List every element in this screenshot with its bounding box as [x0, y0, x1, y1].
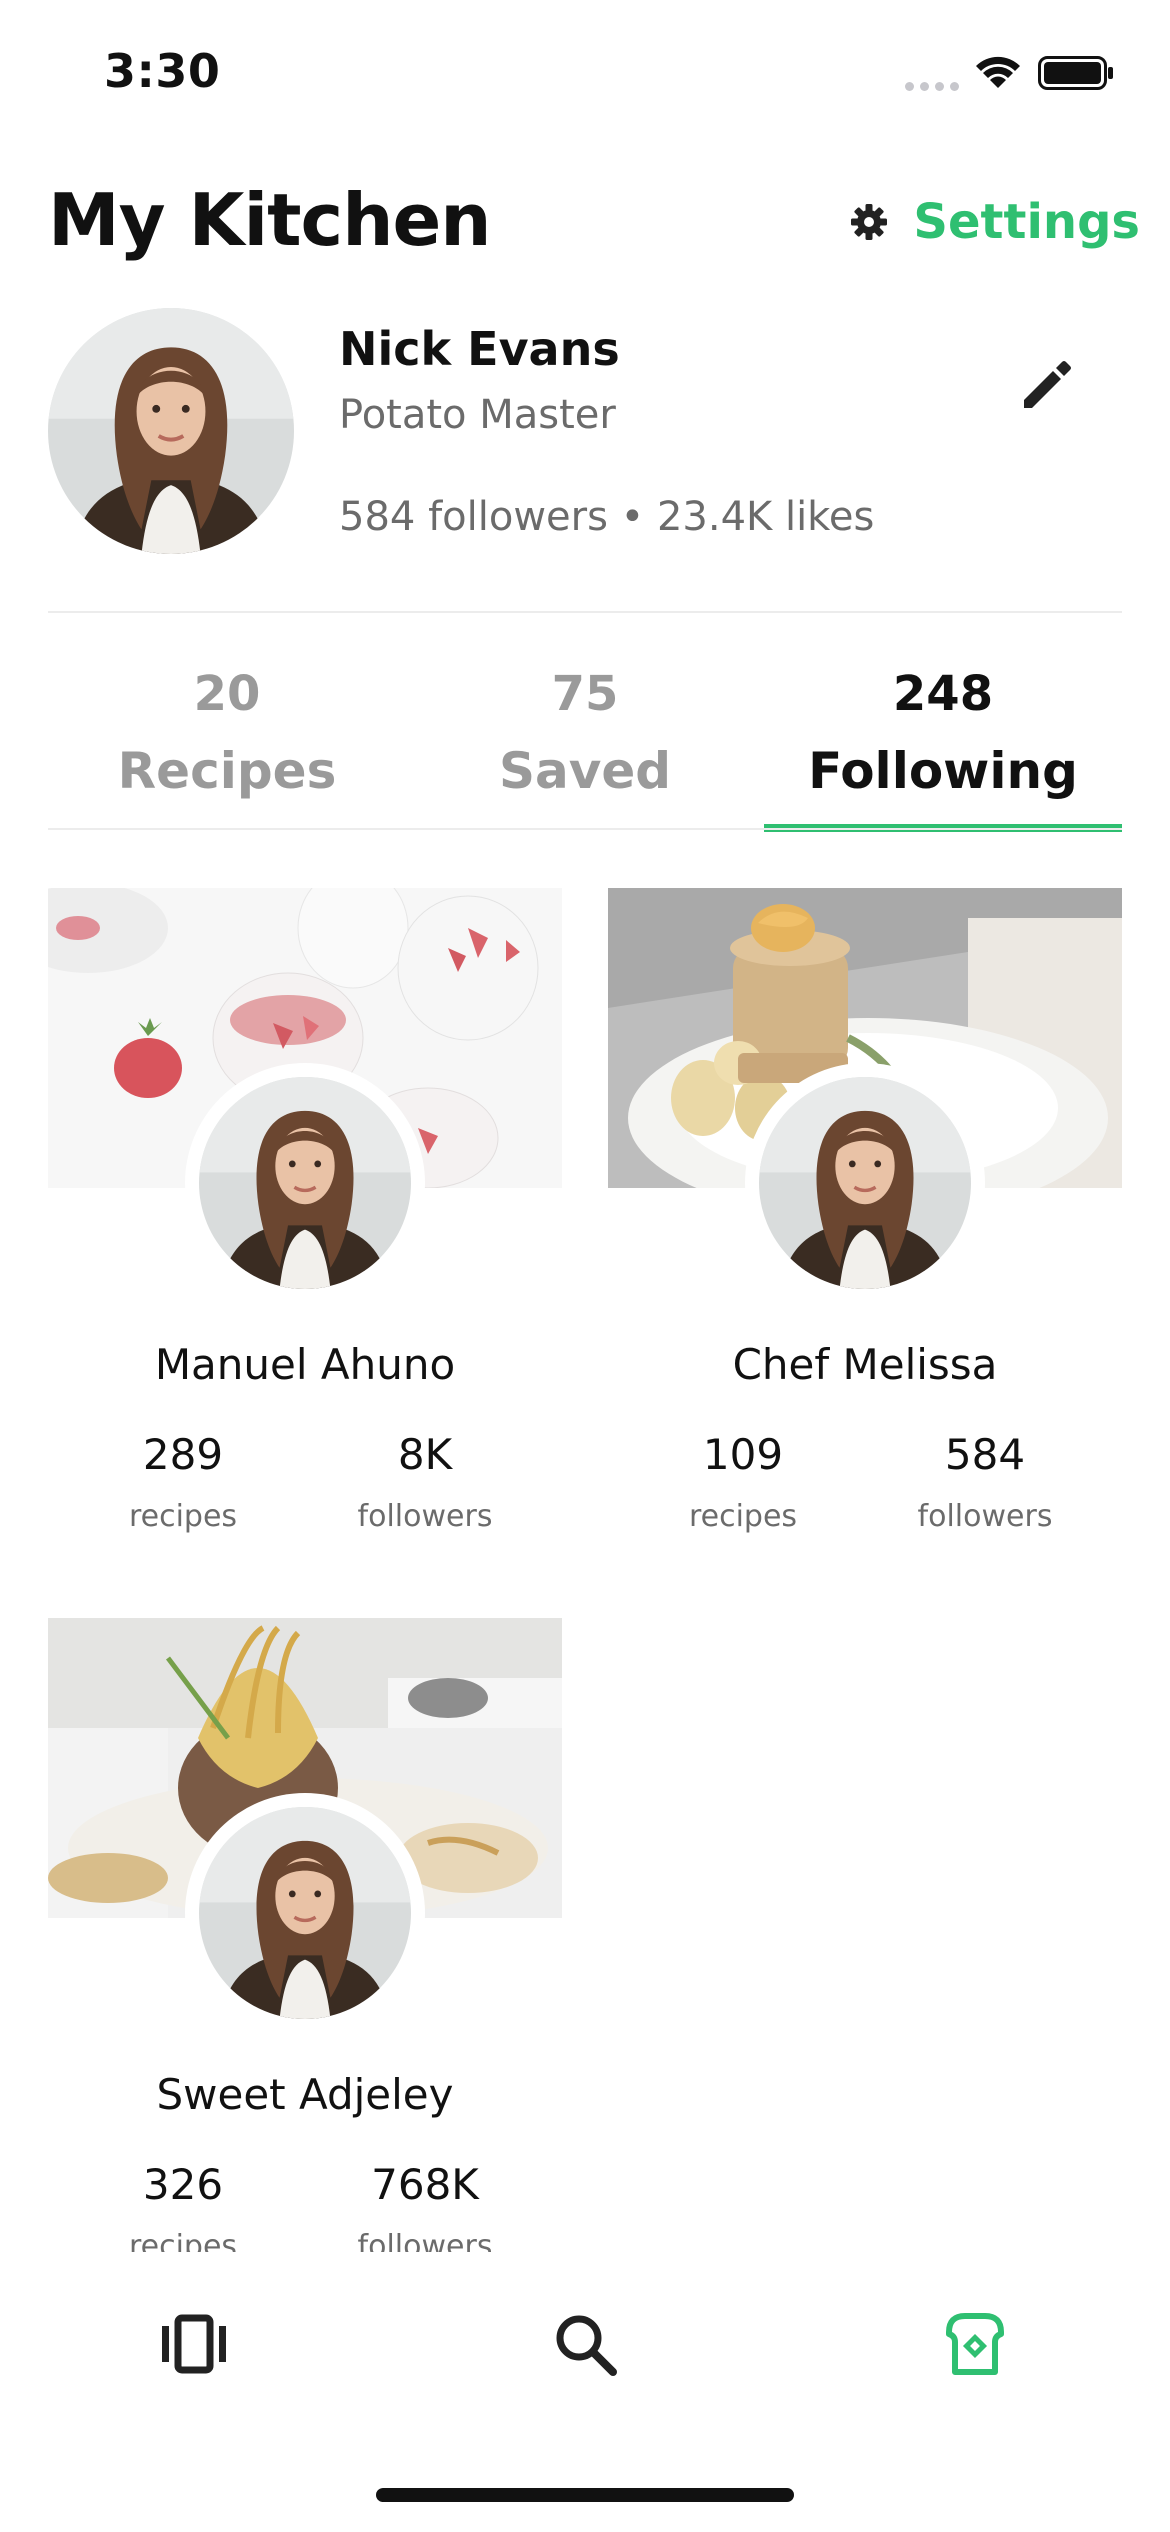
tab-recipes[interactable]: 20 Recipes — [48, 660, 406, 828]
settings-label: Settings — [913, 194, 1140, 250]
followers-stat: 8K followers — [305, 1430, 545, 1534]
user-name: Chef Melissa — [732, 1340, 998, 1389]
recipes-stat: 109 recipes — [623, 1430, 863, 1534]
profile-subtitle: Potato Master — [339, 392, 616, 438]
recipes-count: 289 — [142, 1430, 224, 1479]
following-card[interactable]: Chef Melissa 109 recipes 584 followers — [608, 888, 1122, 1568]
tab-saved[interactable]: 75 Saved — [406, 660, 764, 828]
following-card[interactable]: Manuel Ahuno 289 recipes 8K followers — [48, 888, 562, 1568]
tab-count: 20 — [193, 666, 261, 722]
page-title: My Kitchen — [48, 178, 492, 262]
tab-following[interactable]: 248 Following — [764, 660, 1122, 832]
signal-dots-icon — [905, 78, 959, 92]
settings-button[interactable]: Settings — [849, 192, 1140, 252]
profile-tabs: 20 Recipes 75 Saved 248 Following — [48, 660, 1122, 832]
followers-label: followers — [917, 1499, 1053, 1534]
recipes-label: recipes — [688, 1499, 798, 1534]
tab-label: Recipes — [117, 742, 337, 800]
wifi-icon — [976, 56, 1020, 88]
followers-count: 8K — [397, 1430, 453, 1479]
user-name: Sweet Adjeley — [156, 2070, 454, 2119]
recipes-stat: 326 recipes — [63, 2160, 303, 2258]
recipes-count: 109 — [702, 1430, 784, 1479]
gear-icon — [851, 204, 888, 240]
home-indicator — [376, 2488, 794, 2502]
divider — [48, 611, 1122, 613]
profile-name: Nick Evans — [339, 322, 620, 376]
followers-label: followers — [357, 1499, 493, 1534]
tab-count: 248 — [892, 666, 994, 722]
followers-count: 584 — [944, 1430, 1026, 1479]
tab-label: Saved — [498, 742, 672, 800]
avatar — [745, 1063, 985, 1303]
avatar[interactable] — [48, 308, 294, 554]
pencil-icon[interactable] — [1012, 350, 1082, 420]
recipes-count: 326 — [142, 2160, 224, 2209]
recipes-stat: 289 recipes — [63, 1430, 303, 1534]
feed-cards-icon[interactable] — [154, 2304, 234, 2384]
tab-count: 75 — [551, 666, 619, 722]
status-time: 3:30 — [104, 44, 221, 98]
following-card[interactable]: Sweet Adjeley 326 recipes 768K followers — [48, 1618, 562, 2258]
user-name: Manuel Ahuno — [154, 1340, 456, 1389]
followers-stat: 584 followers — [865, 1430, 1105, 1534]
avatar — [185, 1793, 425, 2033]
battery-icon — [1038, 56, 1113, 90]
avatar — [185, 1063, 425, 1303]
followers-stat: 768K followers — [305, 2160, 545, 2258]
divider — [48, 828, 1122, 830]
search-icon[interactable] — [545, 2304, 625, 2384]
kitchen-icon[interactable] — [935, 2304, 1015, 2384]
profile-stats: 584 followers • 23.4K likes — [339, 494, 875, 540]
followers-count: 768K — [371, 2160, 479, 2209]
recipes-label: recipes — [128, 1499, 238, 1534]
status-bar: 3:30 — [0, 0, 1170, 150]
tab-label: Following — [808, 742, 1078, 800]
